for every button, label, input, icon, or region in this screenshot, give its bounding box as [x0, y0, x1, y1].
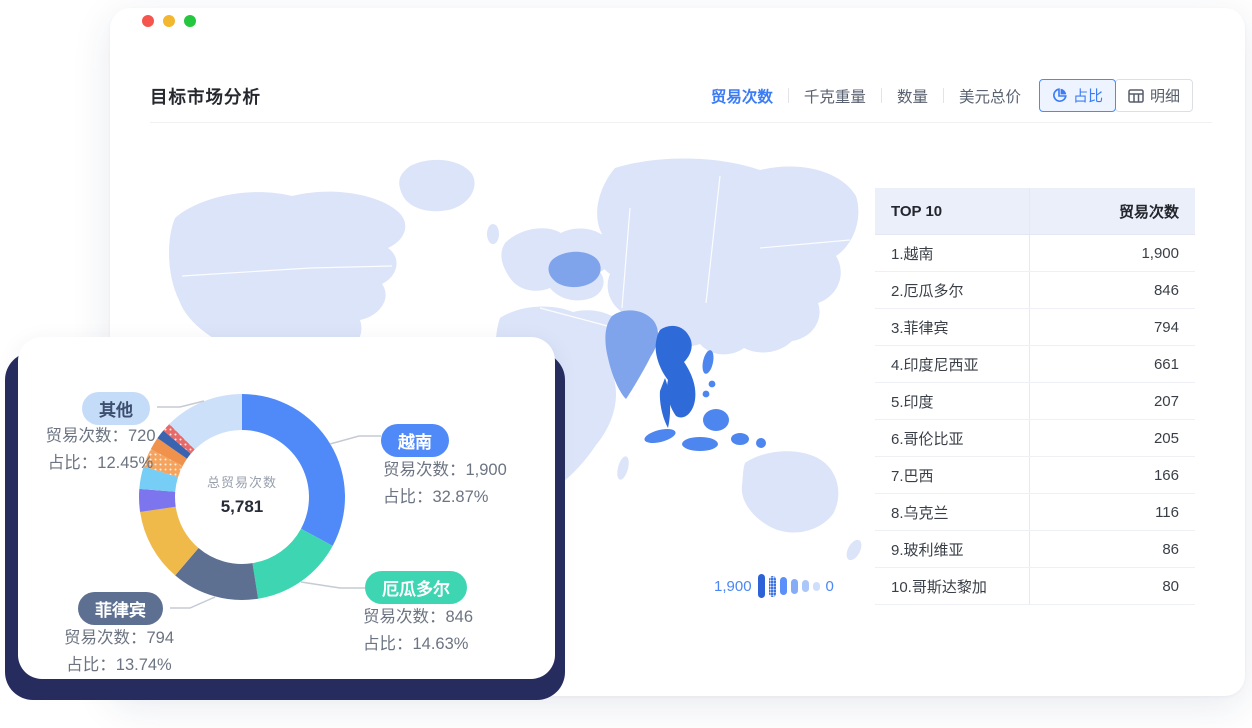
table-cell-value: 166	[1030, 467, 1195, 484]
table-body: 1.越南1,9002.厄瓜多尔8463.菲律宾7944.印度尼西亚6615.印度…	[875, 235, 1195, 605]
legend-pill	[802, 580, 809, 592]
legend-scale-pills	[758, 574, 820, 598]
legend-max-value: 1,900	[714, 578, 752, 595]
table-icon	[1128, 89, 1144, 103]
callout-text-ecuador: 贸易次数：846 占比：14.63%	[363, 604, 473, 658]
table-cell-value: 794	[1030, 319, 1195, 336]
callout-pill-ecuador: 厄瓜多尔	[365, 571, 467, 604]
tab-kg-weight[interactable]: 千克重量	[804, 85, 866, 107]
table-row[interactable]: 1.越南1,900	[875, 235, 1195, 272]
table-row[interactable]: 3.菲律宾794	[875, 309, 1195, 346]
tab-quantity[interactable]: 数量	[897, 85, 928, 107]
pie-chart-icon	[1052, 88, 1067, 103]
ratio-view-button[interactable]: 占比	[1039, 79, 1116, 112]
table-cell-value: 116	[1030, 504, 1195, 521]
map-color-legend: 1,900 0	[714, 574, 834, 598]
table-cell-value: 207	[1030, 393, 1195, 410]
table-cell-country: 3.菲律宾	[875, 309, 1030, 345]
tab-separator	[881, 88, 882, 103]
callout-pill-philippines: 菲律宾	[78, 592, 163, 625]
metric-tabbar: 贸易次数 千克重量 数量 美元总价 占比 明细	[711, 79, 1193, 112]
donut-chart-card: 总贸易次数 5,781 越南 贸易次数：1,900 占比：32.87% 厄瓜多尔…	[18, 337, 555, 679]
window-controls	[142, 15, 196, 27]
total-label: 总贸易次数	[162, 472, 322, 491]
total-value: 5,781	[162, 497, 322, 517]
legend-min-value: 0	[826, 578, 834, 595]
table-cell-value: 846	[1030, 282, 1195, 299]
table-cell-country: 6.哥伦比亚	[875, 420, 1030, 456]
legend-pill	[758, 574, 765, 598]
table-row[interactable]: 8.乌克兰116	[875, 494, 1195, 531]
table-cell-value: 80	[1030, 578, 1195, 595]
table-row[interactable]: 9.玻利维亚86	[875, 531, 1195, 568]
callout-text-philippines: 贸易次数：794 占比：13.74%	[24, 625, 214, 679]
table-cell-country: 4.印度尼西亚	[875, 346, 1030, 382]
page-title: 目标市场分析	[150, 84, 261, 109]
table-cell-country: 2.厄瓜多尔	[875, 272, 1030, 308]
table-header-rank: TOP 10	[875, 188, 1030, 234]
callout-text-others: 贸易次数：720 占比：12.45%	[18, 423, 183, 477]
table-cell-value: 661	[1030, 356, 1195, 373]
table-cell-country: 10.哥斯达黎加	[875, 568, 1030, 604]
table-cell-country: 9.玻利维亚	[875, 531, 1030, 567]
map-country-indonesia[interactable]	[643, 409, 766, 451]
minimize-window-icon[interactable]	[163, 15, 175, 27]
table-cell-value: 86	[1030, 541, 1195, 558]
table-row[interactable]: 4.印度尼西亚661	[875, 346, 1195, 383]
top10-table: TOP 10 贸易次数 1.越南1,9002.厄瓜多尔8463.菲律宾7944.…	[875, 188, 1195, 605]
tab-trade-count[interactable]: 贸易次数	[711, 85, 773, 107]
tab-separator	[943, 88, 944, 103]
close-window-icon[interactable]	[142, 15, 154, 27]
donut-slice-越南[interactable]	[242, 394, 345, 546]
tab-separator	[788, 88, 789, 103]
table-row[interactable]: 7.巴西166	[875, 457, 1195, 494]
table-cell-country: 7.巴西	[875, 457, 1030, 493]
table-cell-country: 5.印度	[875, 383, 1030, 419]
legend-pill	[791, 579, 798, 594]
legend-pill	[813, 582, 820, 591]
header-divider	[150, 122, 1212, 123]
table-header-metric: 贸易次数	[1030, 201, 1195, 222]
table-cell-value: 1,900	[1030, 245, 1195, 262]
maximize-window-icon[interactable]	[184, 15, 196, 27]
table-cell-value: 205	[1030, 430, 1195, 447]
table-row[interactable]: 6.哥伦比亚205	[875, 420, 1195, 457]
detail-view-button[interactable]: 明细	[1115, 79, 1193, 112]
table-cell-country: 1.越南	[875, 235, 1030, 271]
map-country-philippines[interactable]	[701, 349, 716, 397]
table-cell-country: 8.乌克兰	[875, 494, 1030, 530]
donut-center-label: 总贸易次数 5,781	[162, 472, 322, 517]
callout-text-vietnam: 贸易次数：1,900 占比：32.87%	[383, 457, 507, 511]
table-row[interactable]: 5.印度207	[875, 383, 1195, 420]
callout-pill-others: 其他	[82, 392, 150, 425]
callout-pill-vietnam: 越南	[381, 424, 449, 457]
table-header-row: TOP 10 贸易次数	[875, 188, 1195, 235]
legend-pill	[780, 577, 787, 595]
table-row[interactable]: 2.厄瓜多尔846	[875, 272, 1195, 309]
tab-usd-total[interactable]: 美元总价	[959, 85, 1021, 107]
table-row[interactable]: 10.哥斯达黎加80	[875, 568, 1195, 605]
legend-pill	[769, 576, 776, 597]
